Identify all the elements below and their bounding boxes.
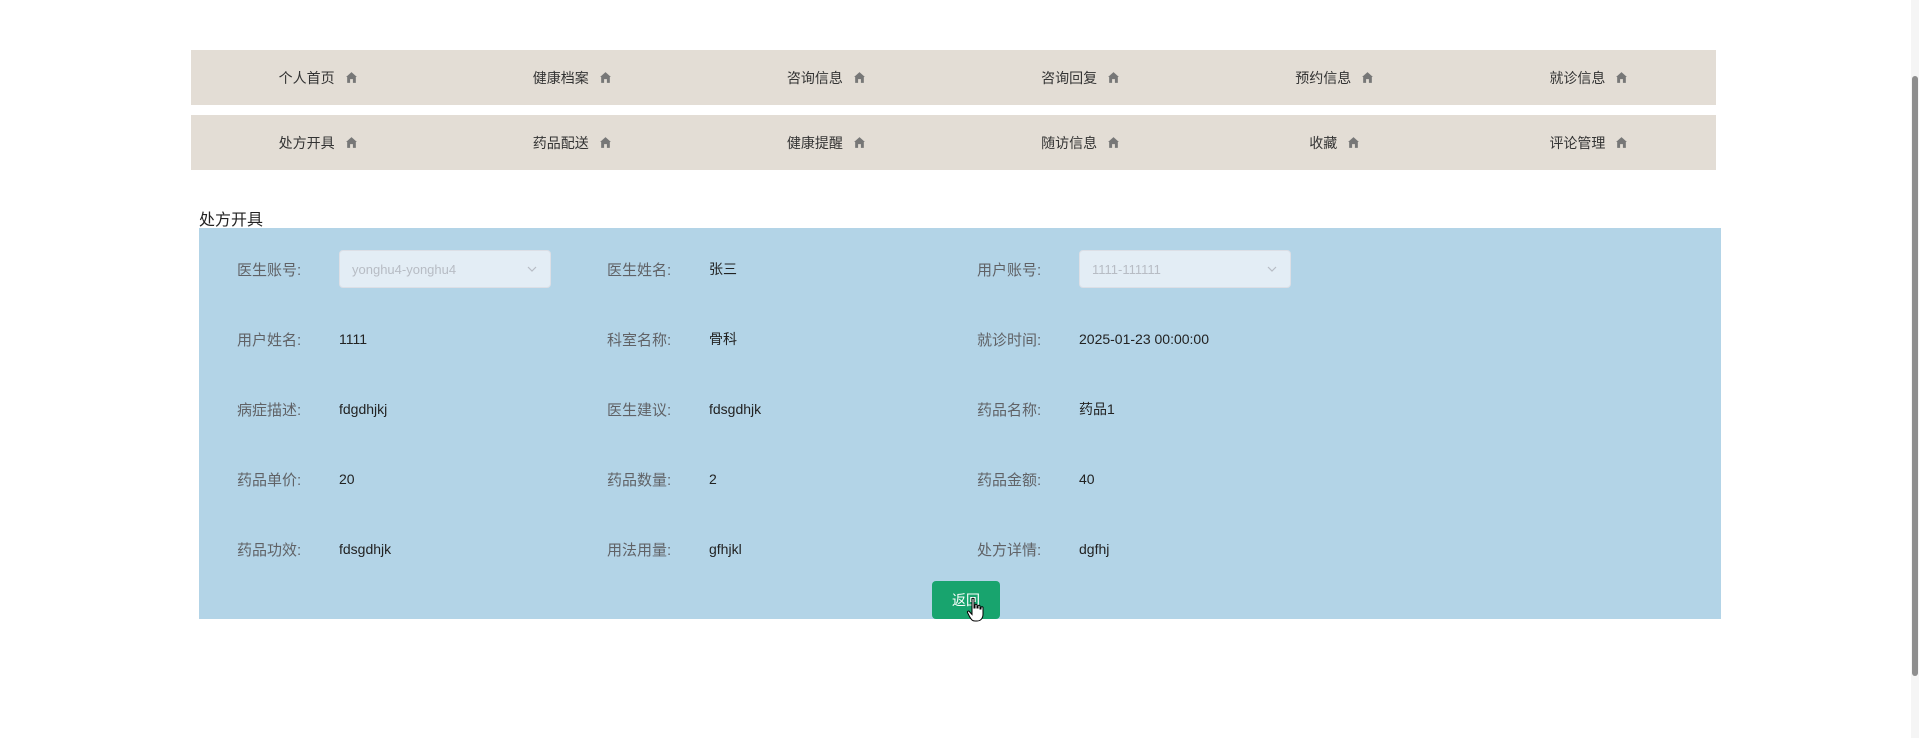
field-label: 病症描述:	[237, 401, 302, 419]
nav-item-consult-info[interactable]: 咨询信息	[699, 68, 953, 88]
field-value: 药品1	[1079, 401, 1115, 417]
nav-item-label: 评论管理	[1549, 134, 1606, 151]
nav-item-appointments[interactable]: 预约信息	[1208, 68, 1462, 88]
home-icon	[1108, 72, 1120, 83]
field-label: 用户账号:	[977, 261, 1042, 279]
form-row: 用户姓名: 1111 科室名称: 骨科 就诊时间: 2025-01-23 00:…	[199, 319, 1721, 359]
prescription-detail-form: 医生账号: yonghu4-yonghu4 医生姓名: 张三 用户账号: 111…	[199, 228, 1721, 619]
page-title: 处方开具	[199, 212, 264, 229]
field-label: 医生建议:	[607, 401, 672, 419]
details-field: 处方详情: dgfhj	[977, 529, 1109, 569]
nav-item-drug-delivery[interactable]: 药品配送	[445, 133, 699, 153]
nav-item-label: 个人首页	[278, 69, 335, 86]
nav-item-label: 药品配送	[532, 134, 589, 151]
scrollbar-thumb[interactable]	[1912, 76, 1918, 676]
select-value: 1111-111111	[1092, 261, 1161, 277]
nav-item-follow-up[interactable]: 随访信息	[954, 133, 1208, 153]
field-label: 医生姓名:	[607, 261, 672, 279]
field-label: 医生账号:	[237, 261, 302, 279]
nav-item-label: 随访信息	[1041, 134, 1098, 151]
field-label: 药品数量:	[607, 471, 672, 489]
field-label: 药品功效:	[237, 541, 302, 559]
quantity-field: 药品数量: 2	[607, 459, 717, 499]
nav-item-label: 健康档案	[532, 69, 589, 86]
nav-row-2: 处方开具 药品配送 健康提醒 随访信息 收藏 评论管理	[191, 115, 1716, 170]
field-label: 科室名称:	[607, 331, 672, 349]
nav-item-label: 处方开具	[278, 134, 335, 151]
field-label: 就诊时间:	[977, 331, 1042, 349]
form-row: 医生账号: yonghu4-yonghu4 医生姓名: 张三 用户账号: 111…	[199, 249, 1721, 289]
field-value: 40	[1079, 471, 1095, 487]
visit-time-field: 就诊时间: 2025-01-23 00:00:00	[977, 319, 1209, 359]
home-icon	[599, 137, 611, 148]
dosage-field: 用法用量: gfhjkl	[607, 529, 742, 569]
field-value: 2025-01-23 00:00:00	[1079, 331, 1209, 347]
nav-item-label: 咨询回复	[1041, 69, 1098, 86]
home-icon	[345, 72, 357, 83]
form-row: 病症描述: fdgdhjkj 医生建议: fdsgdhjk 药品名称: 药品1	[199, 389, 1721, 429]
field-value: 20	[339, 471, 355, 487]
home-icon	[1616, 72, 1628, 83]
nav-item-label: 预约信息	[1295, 69, 1352, 86]
field-value: 张三	[709, 261, 737, 277]
nav-item-health-records[interactable]: 健康档案	[445, 68, 699, 88]
drug-name-field: 药品名称: 药品1	[977, 389, 1115, 429]
field-label: 用法用量:	[607, 541, 672, 559]
home-icon	[1362, 72, 1374, 83]
nav-item-prescriptions[interactable]: 处方开具	[191, 133, 445, 153]
efficacy-field: 药品功效: fdsgdhjk	[237, 529, 391, 569]
chevron-down-icon	[1267, 266, 1277, 272]
home-icon	[1348, 137, 1360, 148]
nav-item-label: 健康提醒	[786, 134, 843, 151]
field-value: fdsgdhjk	[339, 541, 392, 557]
home-icon	[854, 137, 865, 148]
nav-item-label: 收藏	[1309, 134, 1338, 151]
unit-price-field: 药品单价: 20	[237, 459, 355, 499]
nav-item-home[interactable]: 个人首页	[191, 68, 445, 88]
field-label: 药品金额:	[977, 471, 1042, 489]
nav-item-comments[interactable]: 评论管理	[1462, 133, 1716, 153]
home-icon	[345, 137, 357, 148]
nav-item-consult-reply[interactable]: 咨询回复	[954, 68, 1208, 88]
doctor-name-field: 医生姓名: 张三	[607, 249, 737, 289]
field-label: 药品单价:	[237, 471, 302, 489]
user-account-select[interactable]: 1111-111111	[1079, 250, 1291, 288]
field-value: 2	[709, 471, 717, 487]
home-icon	[1108, 137, 1120, 148]
form-row: 药品单价: 20 药品数量: 2 药品金额: 40	[199, 459, 1721, 499]
nav-item-label: 咨询信息	[786, 69, 843, 86]
doctor-account-select[interactable]: yonghu4-yonghu4	[339, 250, 551, 288]
doctor-account-field: 医生账号: yonghu4-yonghu4	[237, 249, 551, 289]
field-value: 骨科	[709, 331, 737, 347]
nav-item-visit-info[interactable]: 就诊信息	[1462, 68, 1716, 88]
select-value: yonghu4-yonghu4	[352, 261, 457, 277]
field-value: 1111	[339, 331, 368, 347]
home-icon	[854, 72, 865, 83]
home-icon	[1616, 137, 1628, 148]
nav-item-favorites[interactable]: 收藏	[1208, 133, 1462, 153]
field-value: fdgdhjkj	[339, 401, 388, 417]
department-field: 科室名称: 骨科	[607, 319, 737, 359]
field-value: fdsgdhjk	[709, 401, 762, 417]
user-name-field: 用户姓名: 1111	[237, 319, 367, 359]
nav-item-health-reminders[interactable]: 健康提醒	[699, 133, 953, 153]
field-label: 药品名称:	[977, 401, 1042, 419]
chevron-down-icon	[527, 266, 537, 272]
field-label: 处方详情:	[977, 541, 1042, 559]
field-label: 用户姓名:	[237, 331, 302, 349]
symptoms-field: 病症描述: fdgdhjkj	[237, 389, 387, 429]
user-account-field: 用户账号: 1111-111111	[977, 249, 1291, 289]
amount-field: 药品金额: 40	[977, 459, 1095, 499]
field-value: gfhjkl	[709, 541, 742, 557]
home-icon	[599, 72, 611, 83]
nav-row-1: 个人首页 健康档案 咨询信息 咨询回复 预约信息 就诊信息	[191, 50, 1716, 105]
advice-field: 医生建议: fdsgdhjk	[607, 389, 761, 429]
nav-item-label: 就诊信息	[1549, 69, 1606, 86]
back-button[interactable]: 返回	[932, 581, 1000, 619]
form-row: 药品功效: fdsgdhjk 用法用量: gfhjkl 处方详情: dgfhj	[199, 529, 1721, 569]
field-value: dgfhj	[1079, 541, 1110, 557]
vertical-scrollbar[interactable]	[1911, 0, 1919, 738]
